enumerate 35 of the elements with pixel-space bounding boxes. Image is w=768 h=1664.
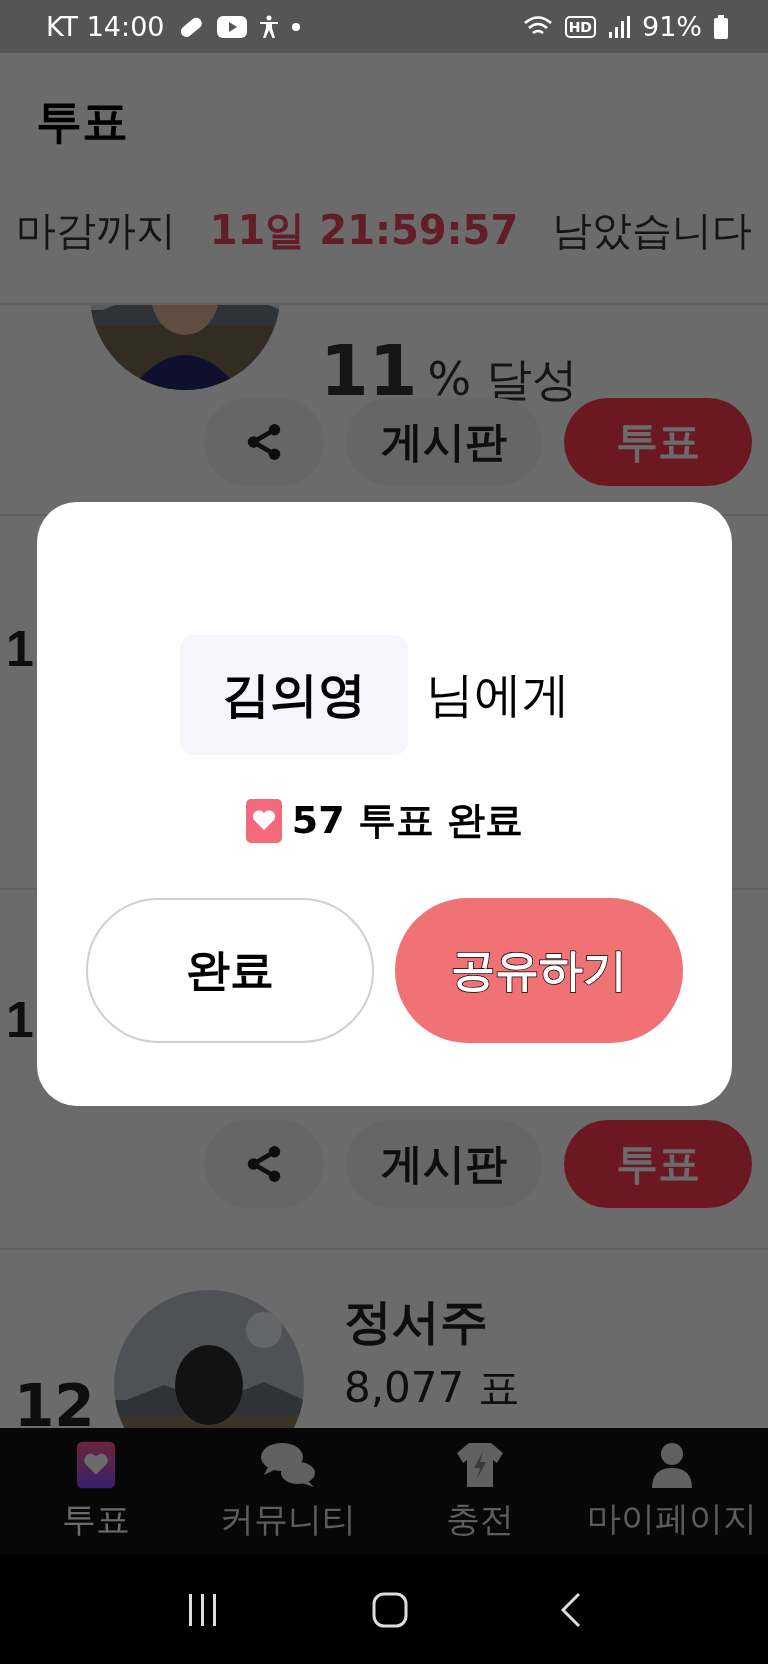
shirt-bolt-icon [455,1440,505,1489]
chat-bubbles-icon [260,1440,316,1489]
rank-number: 12 [14,1372,96,1428]
vote-result: 57 투표 완료 [291,797,524,844]
nav-tab[interactable]: 투표 [0,1428,192,1555]
nav-tab[interactable]: 마이페이지 [576,1428,768,1555]
battery-icon [714,14,728,39]
vote-button[interactable]: 투표 [564,1120,752,1208]
accessibility-icon [258,14,279,39]
candidate-name: 김의영 [179,635,408,755]
done-button[interactable]: 완료 [86,898,374,1043]
heart-card-icon [77,1440,115,1489]
person-icon [652,1441,692,1488]
battery-percent: 91% [642,11,702,42]
hd-badge: HD [564,15,596,38]
share-button[interactable]: 공유하기 [395,898,683,1043]
rank-number: 1 [6,624,34,674]
nav-tab[interactable]: 충전 [384,1428,576,1555]
carrier-time: KT 14:00 [46,11,165,42]
countdown-time: 11일 21:59:57 [209,206,519,255]
countdown-label: 마감까지 [15,206,176,255]
page-title: 투표 [35,93,129,150]
name-suffix: 님에게 [425,665,570,724]
nav-tab[interactable]: 커뮤니티 [192,1428,384,1555]
home-icon[interactable] [372,1591,408,1628]
countdown-suffix: 남았습니다 [552,206,753,255]
rank-number: 1 [6,995,34,1045]
board-button[interactable]: 게시판 [346,1120,542,1208]
video-play-icon [216,15,247,38]
heart-ticket-icon [245,798,282,843]
back-icon[interactable] [558,1591,583,1628]
signal-icon [608,14,630,39]
dot-icon [290,21,301,32]
candidate-name: 정서주 [344,1292,489,1351]
vote-count: 8,077 표 [344,1362,520,1414]
